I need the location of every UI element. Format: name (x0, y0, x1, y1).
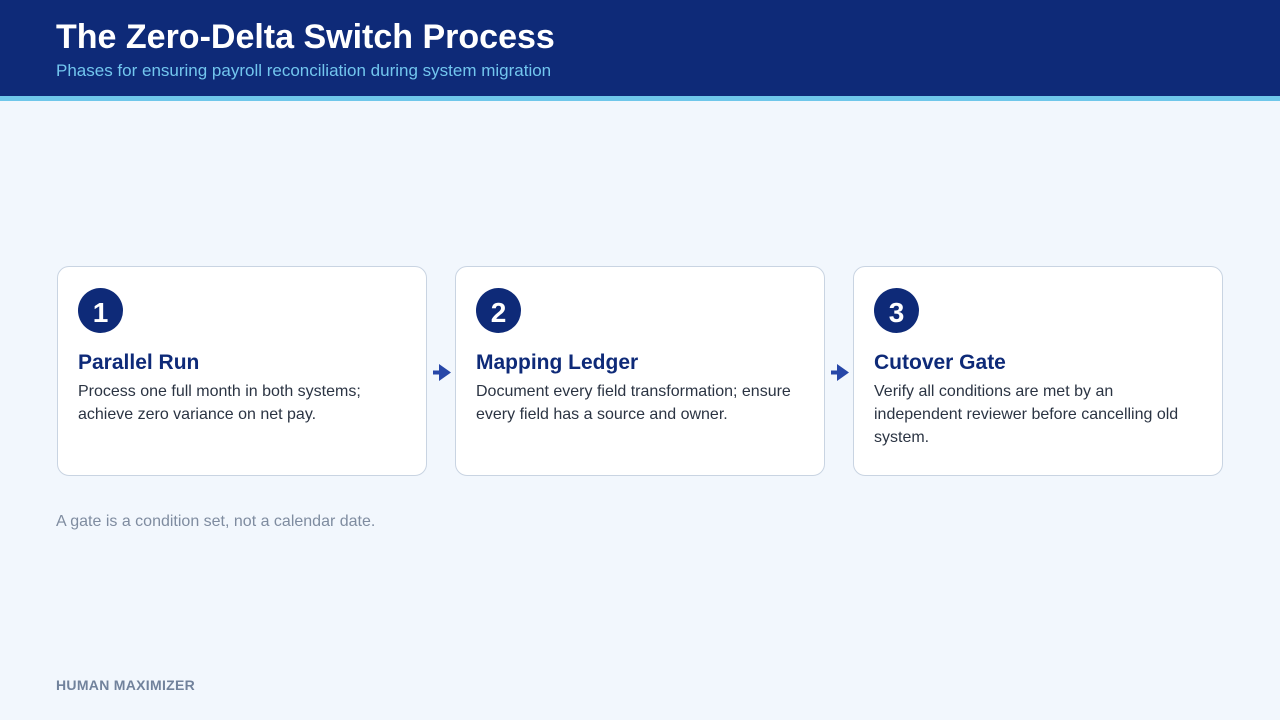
phase-number-badge: 1 (78, 288, 123, 333)
phase-title: Cutover Gate (874, 351, 1006, 374)
header-banner: The Zero-Delta Switch Process Phases for… (0, 0, 1280, 96)
brand-footer: HUMAN MAXIMIZER (56, 677, 196, 693)
phase-number-badge: 2 (476, 288, 521, 333)
phase-title: Parallel Run (78, 351, 200, 374)
page-title: The Zero-Delta Switch Process (56, 18, 555, 56)
phase-card-parallel-run: 1 Parallel Run Process one full month in… (57, 266, 427, 476)
phase-description: Document every field transformation; ens… (476, 383, 791, 423)
page-subtitle: Phases for ensuring payroll reconciliati… (56, 61, 552, 80)
header-accent-stripe (0, 96, 1280, 101)
phase-title: Mapping Ledger (476, 351, 639, 374)
phase-description: Verify all conditions are met by an inde… (874, 383, 1179, 446)
arrow-right-icon (433, 364, 451, 381)
phase-number-badge: 3 (874, 288, 919, 333)
phase-description: Process one full month in both systems; … (78, 383, 361, 423)
phase-card-mapping-ledger: 2 Mapping Ledger Document every field tr… (455, 266, 825, 476)
arrow-right-icon (831, 364, 849, 381)
phase-card-cutover-gate: 3 Cutover Gate Verify all conditions are… (853, 266, 1223, 476)
footnote: A gate is a condition set, not a calenda… (56, 513, 376, 530)
